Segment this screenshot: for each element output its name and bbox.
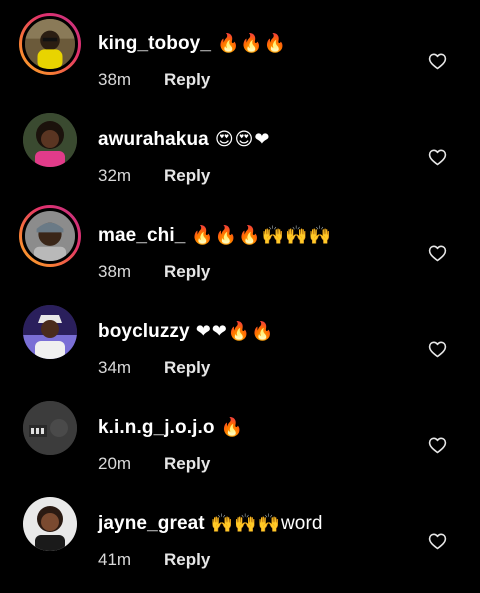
avatar-photo (25, 211, 75, 261)
avatar-photo (23, 113, 77, 167)
comment-item: mae_chi_ 🔥🔥🔥🙌🙌🙌 38m Reply (0, 200, 480, 296)
avatar-frame[interactable] (19, 301, 81, 363)
comment-meta: 20m Reply (98, 453, 210, 475)
username[interactable]: k.i.n.g_j.o.j.o (98, 417, 215, 438)
comment-text: mae_chi_ 🔥🔥🔥🙌🙌🙌 (98, 223, 332, 249)
comment-text: king_toboy_ 🔥🔥🔥 (98, 31, 287, 57)
comment-item: king_toboy_ 🔥🔥🔥 38m Reply (0, 8, 480, 104)
comment-emoji: 😍😍❤ (214, 129, 271, 150)
comment-meta: 41m Reply (98, 549, 210, 571)
comment-meta: 38m Reply (98, 261, 210, 283)
comment-time: 34m (98, 358, 132, 377)
comment-item: boycluzzy ❤❤🔥🔥 34m Reply (0, 296, 480, 392)
avatar[interactable] (23, 305, 77, 359)
story-ring[interactable] (19, 13, 81, 75)
reply-button[interactable]: Reply (164, 70, 210, 89)
heart-outline-icon[interactable] (428, 340, 447, 358)
heart-outline-icon[interactable] (428, 52, 447, 70)
comment-time: 38m (98, 70, 132, 89)
comment-tail: word (280, 513, 323, 534)
username[interactable]: boycluzzy (98, 321, 190, 342)
username[interactable]: awurahakua (98, 129, 209, 150)
avatar-photo (23, 497, 77, 551)
avatar-frame[interactable] (19, 493, 81, 555)
comment-text: jayne_great 🙌🙌🙌word (98, 511, 323, 537)
avatar[interactable] (23, 497, 77, 551)
reply-button[interactable]: Reply (164, 550, 210, 569)
username[interactable]: king_toboy_ (98, 33, 211, 54)
story-ring[interactable] (19, 205, 81, 267)
avatar-photo (25, 19, 75, 69)
username[interactable]: jayne_great (98, 513, 205, 534)
comment-item: jayne_great 🙌🙌🙌word 41m Reply (0, 488, 480, 584)
comment-time: 32m (98, 166, 132, 185)
reply-button[interactable]: Reply (164, 454, 210, 473)
comment-emoji: 🔥🔥🔥🙌🙌🙌 (191, 225, 332, 246)
comment-emoji: 🙌🙌🙌 (210, 513, 281, 534)
comment-emoji: 🔥🔥🔥 (217, 33, 288, 54)
avatar[interactable] (22, 16, 78, 72)
comment-meta: 34m Reply (98, 357, 210, 379)
comment-emoji: ❤❤🔥🔥 (195, 321, 275, 342)
comment-text: k.i.n.g_j.o.j.o 🔥 (98, 415, 244, 441)
username[interactable]: mae_chi_ (98, 225, 185, 246)
avatar-frame[interactable] (19, 397, 81, 459)
avatar-frame[interactable] (19, 109, 81, 171)
comment-text: boycluzzy ❤❤🔥🔥 (98, 319, 275, 345)
comment-time: 38m (98, 262, 132, 281)
avatar[interactable] (22, 208, 78, 264)
reply-button[interactable]: Reply (164, 358, 210, 377)
comment-text: awurahakua 😍😍❤ (98, 127, 270, 153)
comment-item: k.i.n.g_j.o.j.o 🔥 20m Reply (0, 392, 480, 488)
avatar[interactable] (23, 113, 77, 167)
comment-meta: 32m Reply (98, 165, 210, 187)
comment-time: 20m (98, 454, 132, 473)
heart-outline-icon[interactable] (428, 148, 447, 166)
avatar-photo (23, 401, 77, 455)
comment-time: 41m (98, 550, 132, 569)
heart-outline-icon[interactable] (428, 244, 447, 262)
reply-button[interactable]: Reply (164, 262, 210, 281)
comment-item: awurahakua 😍😍❤ 32m Reply (0, 104, 480, 200)
heart-outline-icon[interactable] (428, 436, 447, 454)
comment-emoji: 🔥 (220, 417, 244, 438)
avatar-photo (23, 305, 77, 359)
heart-outline-icon[interactable] (428, 532, 447, 550)
avatar[interactable] (23, 401, 77, 455)
reply-button[interactable]: Reply (164, 166, 210, 185)
comment-meta: 38m Reply (98, 69, 210, 91)
